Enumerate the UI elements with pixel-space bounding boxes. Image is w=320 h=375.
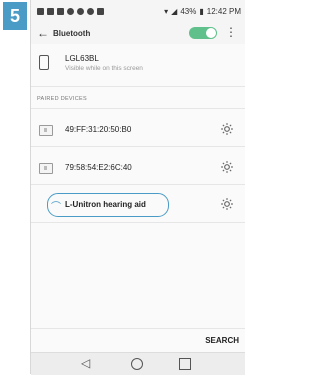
divider	[31, 146, 245, 147]
notification-icons	[37, 7, 104, 15]
gear-icon[interactable]	[220, 122, 234, 136]
divider	[31, 328, 245, 329]
notification-icon	[47, 7, 54, 15]
divider	[31, 86, 245, 87]
notification-icon	[97, 7, 104, 15]
toggle-knob	[206, 28, 216, 38]
back-arrow-icon[interactable]: ←	[37, 26, 49, 40]
wifi-icon: ▾	[164, 6, 169, 16]
paired-devices-header: PAIRED DEVICES	[37, 96, 87, 102]
bluetooth-device-icon	[39, 125, 53, 136]
nav-back-icon[interactable]: ◁	[81, 356, 90, 370]
divider	[31, 108, 245, 109]
this-device-name: LGL63BL	[65, 54, 99, 63]
divider	[31, 184, 245, 185]
bluetooth-device-icon	[39, 163, 53, 174]
navigation-bar: ◁	[31, 352, 245, 375]
this-device-row: LGL63BL Visible while on this screen	[31, 48, 245, 80]
notification-icon	[67, 7, 74, 15]
search-button[interactable]: SEARCH	[205, 336, 239, 345]
this-device-visibility: Visible while on this screen	[65, 65, 143, 72]
notification-icon	[37, 7, 44, 15]
page-title: Bluetooth	[53, 28, 91, 38]
status-bar: ▾ ◢ 43% ▮ 12:42 PM	[31, 0, 245, 22]
notification-icon	[57, 7, 64, 15]
bluetooth-toggle[interactable]	[189, 27, 217, 39]
nav-recents-icon[interactable]	[179, 358, 191, 370]
app-bar: ← Bluetooth ⋮	[31, 22, 245, 44]
gear-icon[interactable]	[220, 160, 234, 174]
phone-screen: ▾ ◢ 43% ▮ 12:42 PM ← Bluetooth ⋮ LGL63BL…	[30, 0, 245, 375]
notification-icon	[87, 7, 94, 15]
paired-device-row[interactable]: 79:58:54:E2:6C:40	[31, 152, 245, 184]
divider	[31, 222, 245, 223]
step-badge: 5	[3, 2, 27, 30]
paired-device-label: 49:FF:31:20:50:B0	[65, 125, 132, 134]
battery-icon: ▮	[199, 6, 204, 16]
notification-icon	[77, 7, 84, 15]
nav-home-icon[interactable]	[131, 358, 143, 370]
clock: 12:42 PM	[206, 6, 241, 16]
phone-icon	[39, 55, 49, 70]
paired-device-row[interactable]: 49:FF:31:20:50:B0	[31, 114, 245, 146]
system-status: ▾ ◢ 43% ▮ 12:42 PM	[164, 7, 241, 16]
paired-device-label: 79:58:54:E2:6C:40	[65, 163, 132, 172]
gear-icon[interactable]	[220, 197, 234, 211]
battery-level: 43%	[180, 6, 197, 16]
signal-icon: ◢	[171, 6, 178, 16]
highlight-outline	[47, 193, 169, 217]
overflow-menu-icon[interactable]: ⋮	[225, 25, 237, 39]
